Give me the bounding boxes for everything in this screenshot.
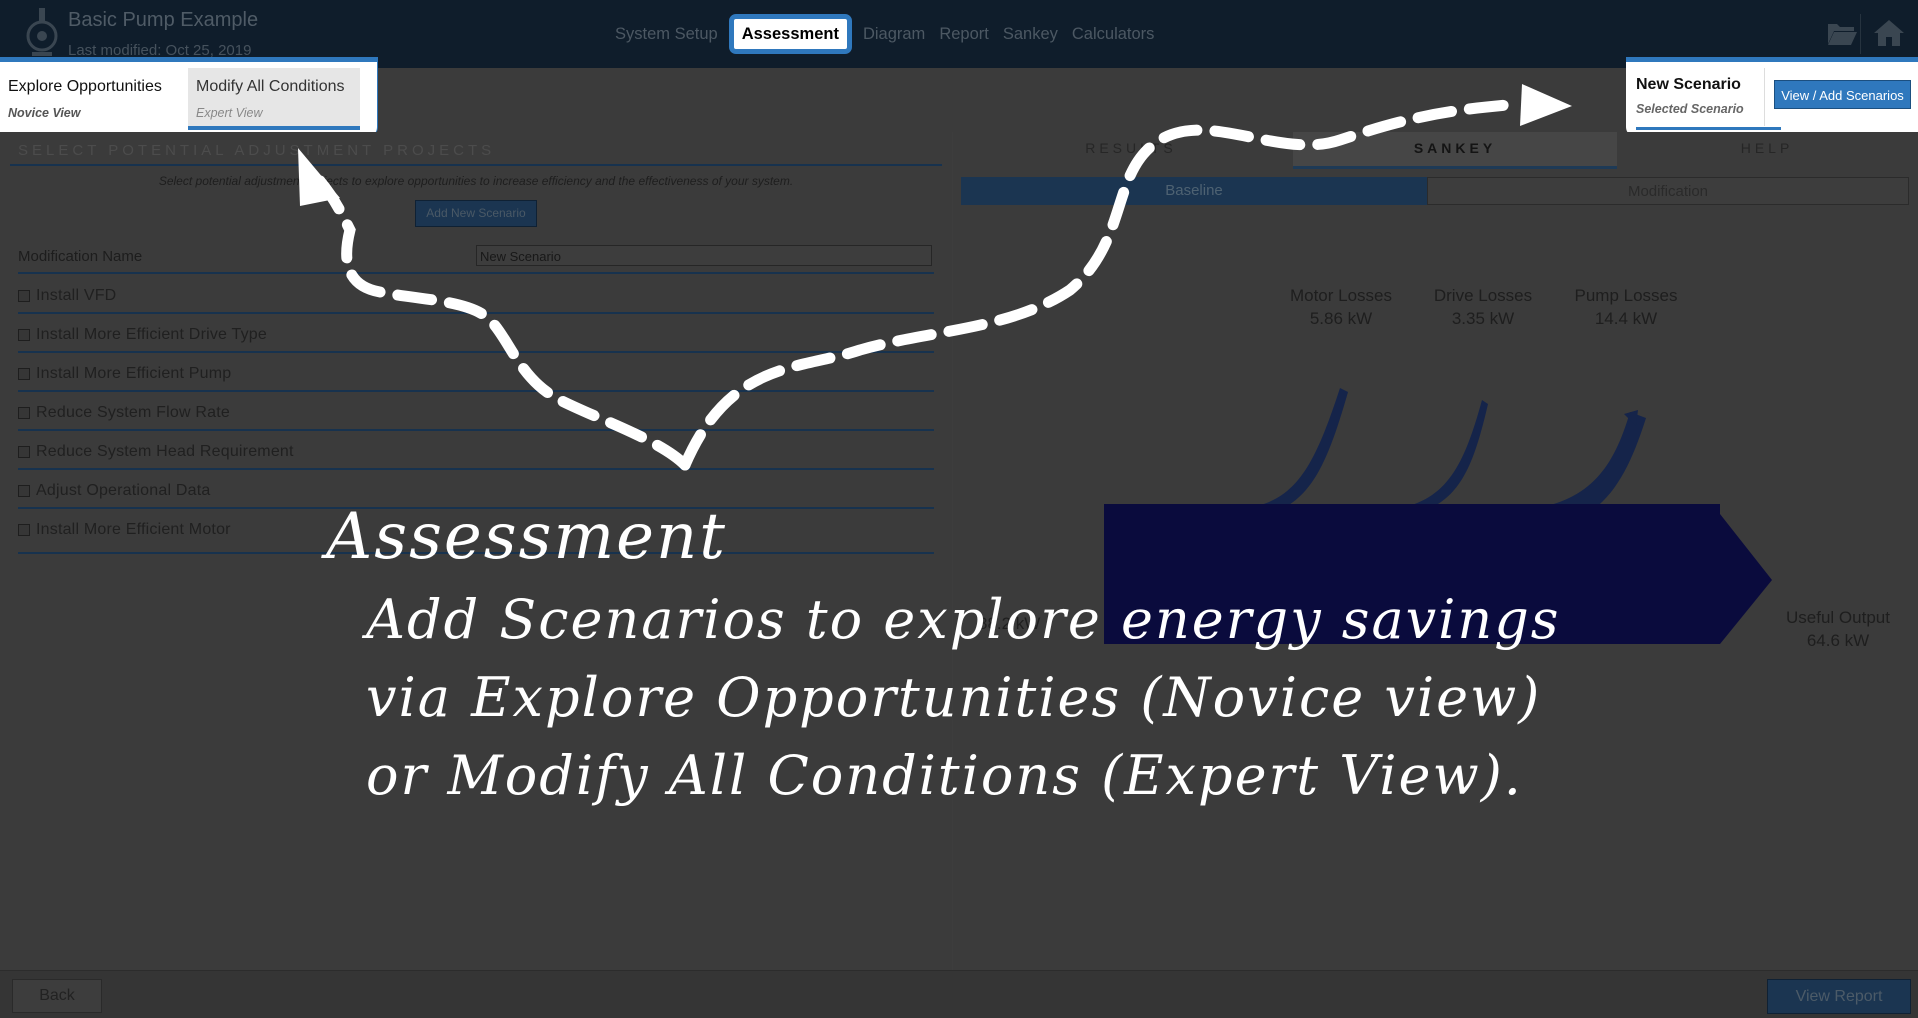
tab-calculators[interactable]: Calculators <box>1065 12 1162 56</box>
loss-name: Pump Losses <box>1574 286 1678 305</box>
modification-name-input[interactable]: New Scenario <box>476 245 932 266</box>
scenario-selector: New Scenario Selected Scenario View / Ad… <box>1626 57 1918 137</box>
annotation-title: Assessment <box>326 500 727 574</box>
tab-results[interactable]: RESULTS <box>961 132 1301 166</box>
add-new-scenario-button[interactable]: Add New Scenario <box>415 200 537 227</box>
project-operational-data[interactable]: Adjust Operational Data <box>18 481 210 501</box>
tab-system-setup[interactable]: System Setup <box>608 12 725 56</box>
output-value: 64.6 kW <box>1806 631 1870 650</box>
checkbox[interactable] <box>18 446 30 458</box>
project-efficient-drive[interactable]: Install More Efficient Drive Type <box>18 325 267 345</box>
header-divider <box>1860 14 1861 54</box>
folder-open-icon[interactable] <box>1826 18 1858 48</box>
footer-bar: Back View Report <box>0 970 1918 1018</box>
view-report-button[interactable]: View Report <box>1767 979 1911 1014</box>
project-label: Install More Efficient Pump <box>36 365 232 382</box>
back-button[interactable]: Back <box>12 979 102 1013</box>
loss-name: Drive Losses <box>1433 286 1533 305</box>
motor-loss-flow <box>1220 388 1348 520</box>
tab-report[interactable]: Report <box>932 12 996 56</box>
tab-assessment[interactable]: Assessment <box>728 14 852 54</box>
row-divider <box>18 272 934 274</box>
loss-value: 14.4 kW <box>1594 309 1658 328</box>
home-icon[interactable] <box>1873 18 1905 48</box>
row-divider <box>18 351 934 353</box>
checkbox[interactable] <box>18 485 30 497</box>
tab-diagram[interactable]: Diagram <box>856 12 932 56</box>
project-reduce-head[interactable]: Reduce System Head Requirement <box>18 442 294 462</box>
section-divider <box>10 164 942 166</box>
modify-all-conditions-tab[interactable]: Modify All Conditions Expert View <box>188 68 360 130</box>
project-label: Install More Efficient Motor <box>36 521 231 538</box>
section-title: SELECT POTENTIAL ADJUSTMENT PROJECTS <box>18 142 496 159</box>
loss-value: 5.86 kW <box>1309 309 1373 328</box>
tab-help[interactable]: HELP <box>1617 132 1917 166</box>
project-label: Install More Efficient Drive Type <box>36 326 267 343</box>
project-efficient-pump[interactable]: Install More Efficient Pump <box>18 364 231 384</box>
checkbox[interactable] <box>18 407 30 419</box>
project-label: Install VFD <box>36 287 117 304</box>
project-install-vfd[interactable]: Install VFD <box>18 286 116 306</box>
scenario-underline <box>1636 127 1781 130</box>
row-divider <box>18 468 934 470</box>
explore-opportunities-tab[interactable]: Explore Opportunities Novice View <box>0 68 186 130</box>
checkbox[interactable] <box>18 368 30 380</box>
checkbox[interactable] <box>18 290 30 302</box>
tab-sankey[interactable]: Sankey <box>996 12 1065 56</box>
checkbox[interactable] <box>18 329 30 341</box>
pump-losses-label: Pump Losses 14.4 kW <box>1551 284 1701 330</box>
motor-losses-label: Motor Losses 5.86 kW <box>1266 284 1416 330</box>
checkbox[interactable] <box>18 524 30 536</box>
useful-output-label: Useful Output 64.6 kW <box>1768 606 1908 652</box>
modify-all-conditions-label: Modify All Conditions <box>196 78 345 95</box>
project-label: Adjust Operational Data <box>36 482 211 499</box>
view-mode-selector: Explore Opportunities Novice View Modify… <box>0 57 378 137</box>
annotation-line: Add Scenarios to explore energy savings <box>366 588 1561 651</box>
project-reduce-flow[interactable]: Reduce System Flow Rate <box>18 403 230 423</box>
row-divider <box>18 429 934 431</box>
project-label: Reduce System Flow Rate <box>36 404 231 421</box>
drive-losses-label: Drive Losses 3.35 kW <box>1408 284 1558 330</box>
expert-view-label: Expert View <box>196 106 263 120</box>
modification-toggle[interactable]: Modification <box>1427 177 1909 205</box>
pump-logo-icon[interactable] <box>22 6 62 64</box>
tab-sankey-panel[interactable]: SANKEY <box>1293 132 1617 169</box>
row-divider <box>18 312 934 314</box>
selected-scenario-label: Selected Scenario <box>1636 102 1744 116</box>
annotation-line: or Modify All Conditions (Expert View). <box>366 744 1523 807</box>
main-nav: System Setup Assessment Diagram Report S… <box>608 12 1161 56</box>
novice-view-label: Novice View <box>8 106 81 120</box>
loss-name: Motor Losses <box>1289 286 1393 305</box>
scenario-name[interactable]: New Scenario <box>1636 76 1741 94</box>
scenario-divider <box>1764 68 1765 126</box>
modification-name-label: Modification Name <box>18 248 143 265</box>
app-title: Basic Pump Example <box>68 9 259 31</box>
explore-opportunities-label: Explore Opportunities <box>8 78 162 95</box>
project-efficient-motor[interactable]: Install More Efficient Motor <box>18 520 231 540</box>
section-description: Select potential adjustment projects to … <box>158 174 794 188</box>
output-name: Useful Output <box>1786 608 1890 627</box>
annotation-line: via Explore Opportunities (Novice view) <box>366 666 1542 729</box>
baseline-toggle[interactable]: Baseline <box>961 177 1427 205</box>
loss-value: 3.35 kW <box>1451 309 1515 328</box>
row-divider <box>18 390 934 392</box>
project-label: Reduce System Head Requirement <box>36 443 294 460</box>
drive-loss-flow <box>1360 400 1488 520</box>
view-add-scenarios-button[interactable]: View / Add Scenarios <box>1774 80 1911 109</box>
